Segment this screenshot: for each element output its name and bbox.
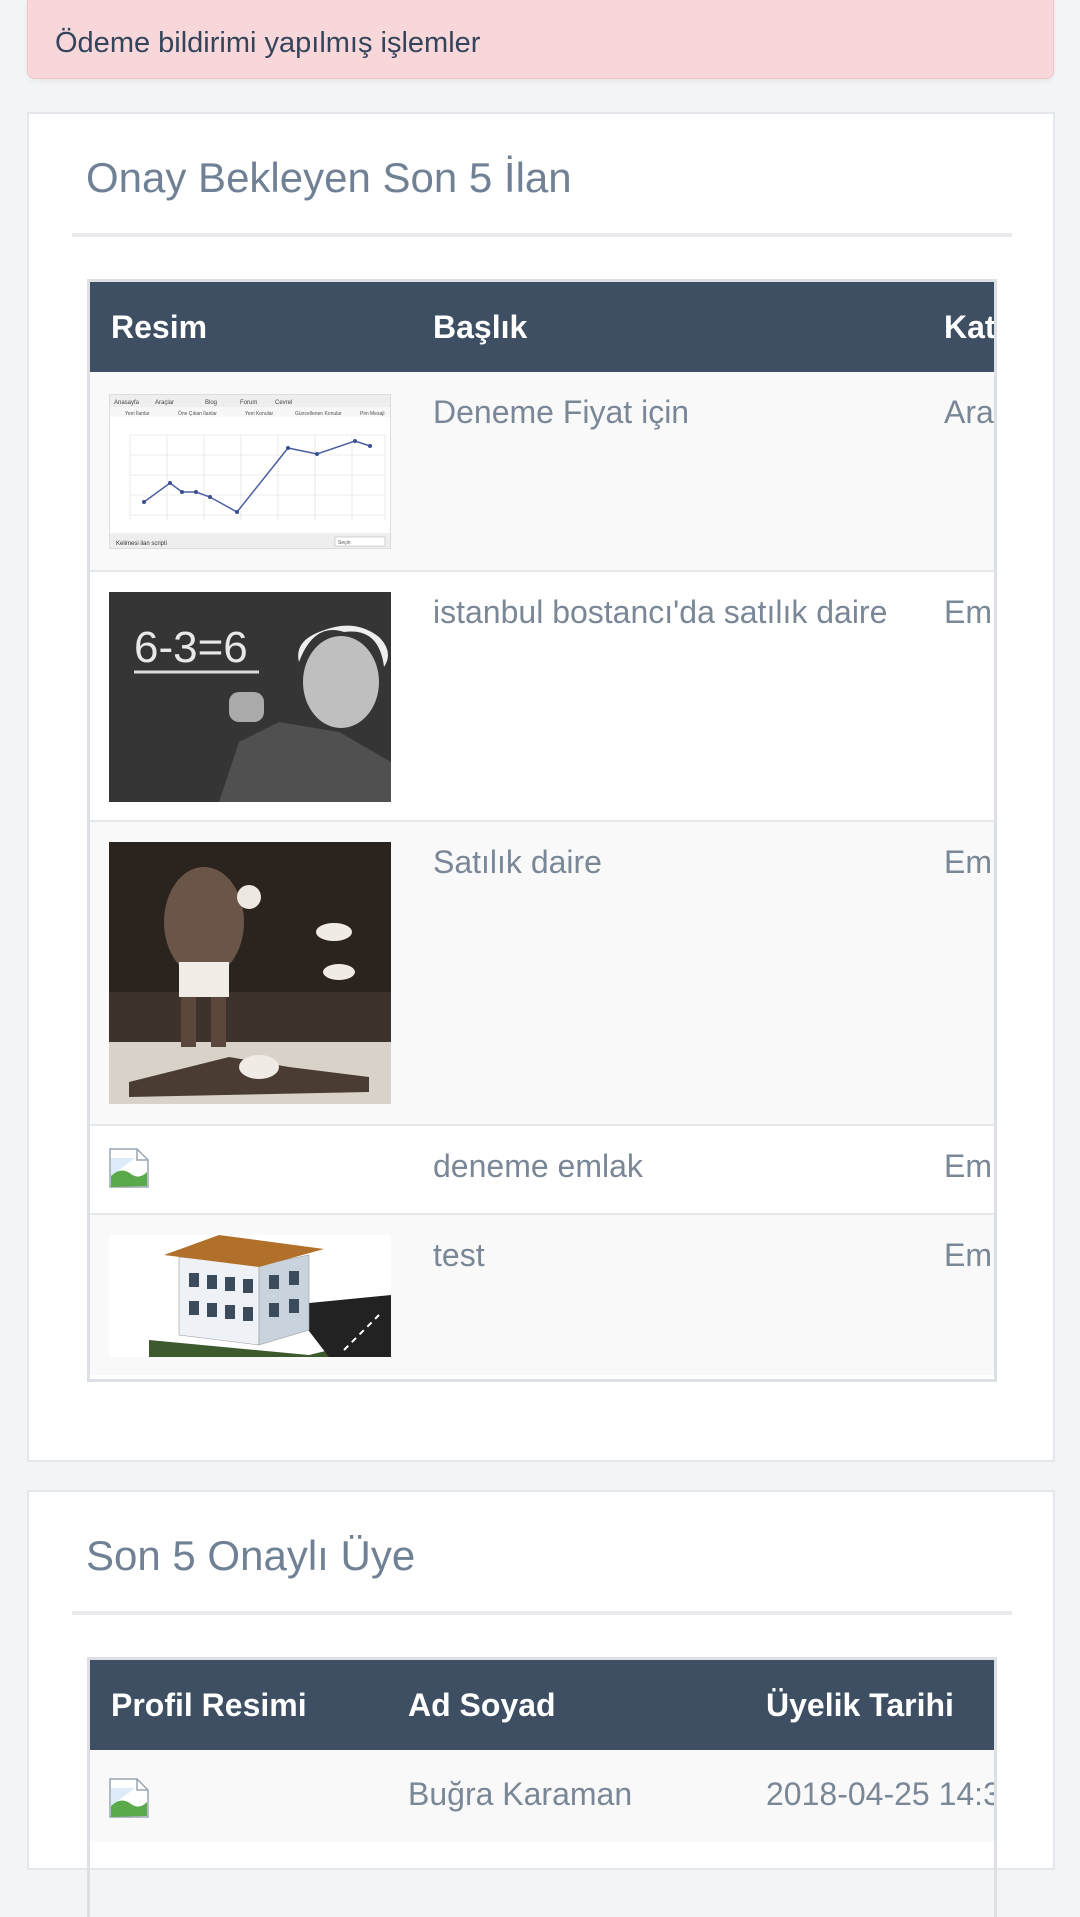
column-header-image[interactable]: Resim bbox=[111, 282, 207, 372]
listing-category: Eml bbox=[944, 1237, 997, 1273]
boxing-knockout-photo[interactable] bbox=[109, 842, 391, 1104]
thumb-subnav-4: Güncellenen Konular bbox=[295, 411, 342, 417]
column-header-membership-date[interactable]: Üyelik Tarihi bbox=[766, 1660, 954, 1750]
broken-image-icon bbox=[109, 1148, 149, 1188]
thumb-subnav-1: Yeni İlanlar bbox=[125, 410, 150, 417]
thumb-subnav-5: Pim Mesajl bbox=[360, 411, 384, 417]
column-header-profile-image[interactable]: Profil Resimi bbox=[111, 1660, 307, 1750]
member-name[interactable]: Buğra Karaman bbox=[408, 1776, 632, 1813]
listing-title[interactable]: test bbox=[433, 1237, 485, 1274]
table-header: Resim Başlık Kat bbox=[90, 282, 994, 372]
listing-category: Eml bbox=[944, 1148, 997, 1184]
listing-title[interactable]: Satılık daire bbox=[433, 844, 602, 881]
listing-title[interactable]: Deneme Fiyat için bbox=[433, 394, 689, 431]
listing-title[interactable]: deneme emlak bbox=[433, 1148, 643, 1185]
members-table: Profil Resimi Ad Soyad Üyelik Tarihi Buğ… bbox=[87, 1657, 997, 1917]
thumb-subnav-2: Öne Çıkan İlanlar bbox=[178, 410, 217, 417]
alert-text: Ödeme bildirimi yapılmış işlemler bbox=[55, 27, 481, 59]
thumb-footer: Kelimesi ilan scripti bbox=[116, 541, 167, 547]
column-header-category[interactable]: Kat bbox=[944, 282, 994, 372]
chart-screenshot-thumbnail[interactable]: Anasayfa Araçlar Blog Forum Cevrel Yeni … bbox=[109, 394, 391, 549]
svg-text:6-3=6: 6-3=6 bbox=[134, 623, 248, 672]
divider bbox=[72, 233, 1012, 237]
broken-image-icon bbox=[109, 1778, 149, 1818]
listings-table: Resim Başlık Kat Anasayfa Araçlar Blog F… bbox=[87, 279, 997, 1382]
table-header: Profil Resimi Ad Soyad Üyelik Tarihi bbox=[90, 1660, 994, 1750]
table-row[interactable]: Anasayfa Araçlar Blog Forum Cevrel Yeni … bbox=[90, 372, 994, 570]
listing-category: Ara bbox=[944, 394, 994, 430]
listing-category: Eml bbox=[944, 594, 997, 630]
thumb-nav-1: Anasayfa bbox=[114, 400, 140, 406]
table-row[interactable]: Satılık daire Eml bbox=[90, 820, 994, 1124]
table-row[interactable]: Buğra Karaman 2018-04-25 14:3 bbox=[90, 1750, 994, 1842]
member-date: 2018-04-25 14:3 bbox=[766, 1776, 997, 1812]
thumb-subnav-3: Yeni Konular bbox=[245, 411, 274, 417]
column-header-full-name[interactable]: Ad Soyad bbox=[408, 1660, 556, 1750]
panel-title: Onay Bekleyen Son 5 İlan bbox=[86, 154, 572, 201]
table-row[interactable]: deneme emlak Eml bbox=[90, 1124, 994, 1213]
payment-notification-alert[interactable]: Ödeme bildirimi yapılmış işlemler bbox=[27, 0, 1054, 79]
thumb-select: Seçin bbox=[338, 540, 351, 546]
thumb-nav-3: Blog bbox=[205, 400, 217, 406]
apartment-building-render[interactable] bbox=[109, 1235, 391, 1357]
listing-title[interactable]: istanbul bostancı'da satılık daire bbox=[433, 594, 887, 631]
panel-title: Son 5 Onaylı Üye bbox=[86, 1532, 416, 1579]
pending-listings-panel: Onay Bekleyen Son 5 İlan Resim Başlık Ka… bbox=[27, 112, 1055, 1462]
approved-members-panel: Son 5 Onaylı Üye Profil Resimi Ad Soyad … bbox=[27, 1490, 1055, 1917]
einstein-chalkboard-photo[interactable]: 6-3=6 bbox=[109, 592, 391, 802]
thumb-nav-5: Cevrel bbox=[275, 400, 292, 406]
column-header-title[interactable]: Başlık bbox=[433, 282, 527, 372]
divider bbox=[72, 1611, 1012, 1615]
table-row[interactable]: 6-3=6 istanbul bostancı'da satılık daire… bbox=[90, 570, 994, 820]
thumb-nav-2: Araçlar bbox=[155, 400, 174, 406]
listing-category: Eml bbox=[944, 844, 997, 880]
thumb-nav-4: Forum bbox=[240, 400, 257, 406]
table-row[interactable]: test Eml bbox=[90, 1213, 994, 1375]
